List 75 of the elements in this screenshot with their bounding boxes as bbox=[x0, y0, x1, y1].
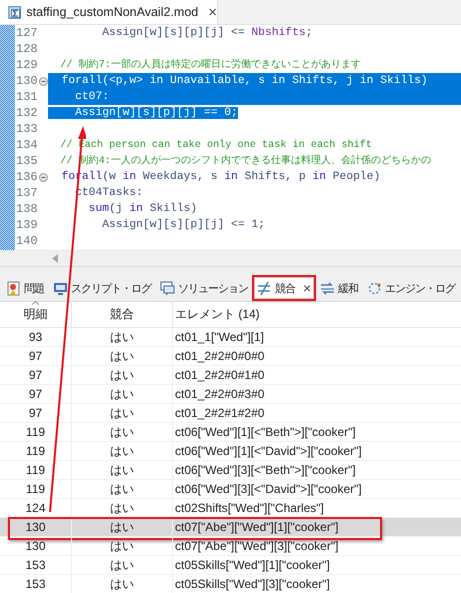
line-number: 130 bbox=[15, 74, 38, 88]
close-icon[interactable]: × bbox=[208, 4, 217, 20]
line-number: 127 bbox=[15, 26, 38, 40]
view-tab[interactable]: 緩和 bbox=[317, 277, 362, 299]
column-header[interactable]: 競合 bbox=[72, 301, 173, 327]
line-number: 137 bbox=[15, 186, 38, 200]
table-cell-text: ct06["Wed"][1][<"David">]["cooker"] bbox=[174, 443, 363, 460]
line-number: 132 bbox=[15, 106, 38, 120]
dotted-circle-icon bbox=[367, 280, 382, 296]
table-cell-text: ct06["Wed"][3][<"David">]["cooker"] bbox=[174, 481, 363, 498]
table-cell-text: ct05Skills["Wed"][1]["cooker"] bbox=[174, 557, 331, 574]
sort-caret-icon bbox=[31, 301, 40, 305]
table-cell-text: ct02Shifts["Wed"]["Charles"] bbox=[174, 500, 325, 517]
editor-tab[interactable]: staffing_customNonAvail2.mod × bbox=[0, 0, 218, 24]
splitter-bar[interactable] bbox=[0, 266, 461, 275]
table-cell: はい bbox=[72, 423, 173, 441]
code-line: Assign[w][s][p][j] <= Nbshifts; bbox=[101, 26, 312, 41]
table-cell: はい bbox=[72, 404, 173, 422]
table-cell-text: ct01_2#2#0#1#0 bbox=[174, 367, 266, 384]
line-number: 134 bbox=[15, 138, 38, 152]
view-tab[interactable]: 競合 × bbox=[254, 277, 314, 299]
table-cell: 153 bbox=[0, 556, 72, 574]
table-cell-text: ct01_1["Wed"][1] bbox=[174, 329, 266, 346]
line-number: 139 bbox=[15, 218, 38, 232]
line-number: 138 bbox=[15, 202, 38, 216]
table-cell: 130 bbox=[0, 518, 72, 536]
line-number: 135 bbox=[15, 154, 38, 168]
table-cell-text: ct07["Abe"]["Wed"][3]["cooker"] bbox=[174, 538, 340, 555]
speech-bubble-icon bbox=[160, 280, 175, 296]
table-cell: はい bbox=[72, 575, 173, 593]
column-header[interactable]: エレメント (14) bbox=[173, 301, 461, 327]
line-number: 140 bbox=[15, 234, 38, 248]
scroll-left-icon bbox=[52, 254, 58, 263]
table-cell-text: ct06["Wed"][1][<"Beth">]["cooker"] bbox=[174, 424, 357, 441]
fold-icon bbox=[39, 172, 48, 182]
sigma-file-icon bbox=[8, 4, 22, 20]
table-cell-text: ct07["Abe"]["Wed"][1]["cooker"] bbox=[174, 519, 340, 536]
code-line: sum(j in Skills) bbox=[88, 202, 198, 217]
table-cell-text: ct06["Wed"][3][<"Beth">]["cooker"] bbox=[174, 462, 357, 479]
table-cell: はい bbox=[72, 461, 173, 479]
table-cell: はい bbox=[72, 385, 173, 403]
line-number: 131 bbox=[15, 90, 38, 104]
table-cell-text: ct01_2#2#0#0#0 bbox=[174, 348, 266, 365]
view-tab[interactable]: 問題 bbox=[3, 277, 47, 299]
table-cell: はい bbox=[72, 442, 173, 460]
tab-title: staffing_customNonAvail2.mod bbox=[26, 5, 198, 19]
table-cell-text: ct05Skills["Wed"][3]["cooker"] bbox=[174, 576, 331, 593]
code-line: // 制約7:一部の人員は特定の曜日に労働できないことがあります bbox=[59, 58, 361, 72]
close-icon[interactable]: × bbox=[303, 280, 312, 296]
code-line: forall(<p,w> in Unavailable, s in Shifts, j in Skills) bbox=[60, 74, 428, 89]
code-line: Assign[w][s][p][j] <= 1; bbox=[101, 218, 265, 233]
table-cell: 153 bbox=[0, 575, 72, 593]
table-cell: はい bbox=[72, 518, 173, 536]
table-cell: はい bbox=[72, 537, 173, 555]
view-tab[interactable]: エンジン・ログ bbox=[364, 277, 458, 299]
table-cell: はい bbox=[72, 347, 173, 365]
table-cell: はい bbox=[72, 480, 173, 498]
view-tab[interactable]: スクリプト・ログ bbox=[50, 277, 154, 299]
table-cell: はい bbox=[72, 556, 173, 574]
table-cell: 130 bbox=[0, 537, 72, 555]
line-number: 128 bbox=[15, 42, 38, 56]
table-cell-text: ct01_2#2#1#2#0 bbox=[174, 405, 266, 422]
arrows-icon bbox=[320, 280, 336, 296]
table-cell: はい bbox=[72, 328, 173, 346]
line-number: 129 bbox=[15, 58, 38, 72]
fold-icon bbox=[39, 76, 48, 86]
table-cell: はい bbox=[72, 366, 173, 384]
monitor-icon bbox=[53, 280, 68, 296]
warning-icon bbox=[6, 280, 21, 296]
crossed-lines-icon bbox=[257, 280, 272, 296]
line-number: 136 bbox=[15, 170, 38, 184]
table-cell-text: ct01_2#2#0#3#0 bbox=[174, 386, 266, 403]
view-tab[interactable]: ソリューション bbox=[157, 277, 251, 299]
line-number: 133 bbox=[15, 122, 38, 136]
scrollbar[interactable] bbox=[0, 250, 461, 266]
